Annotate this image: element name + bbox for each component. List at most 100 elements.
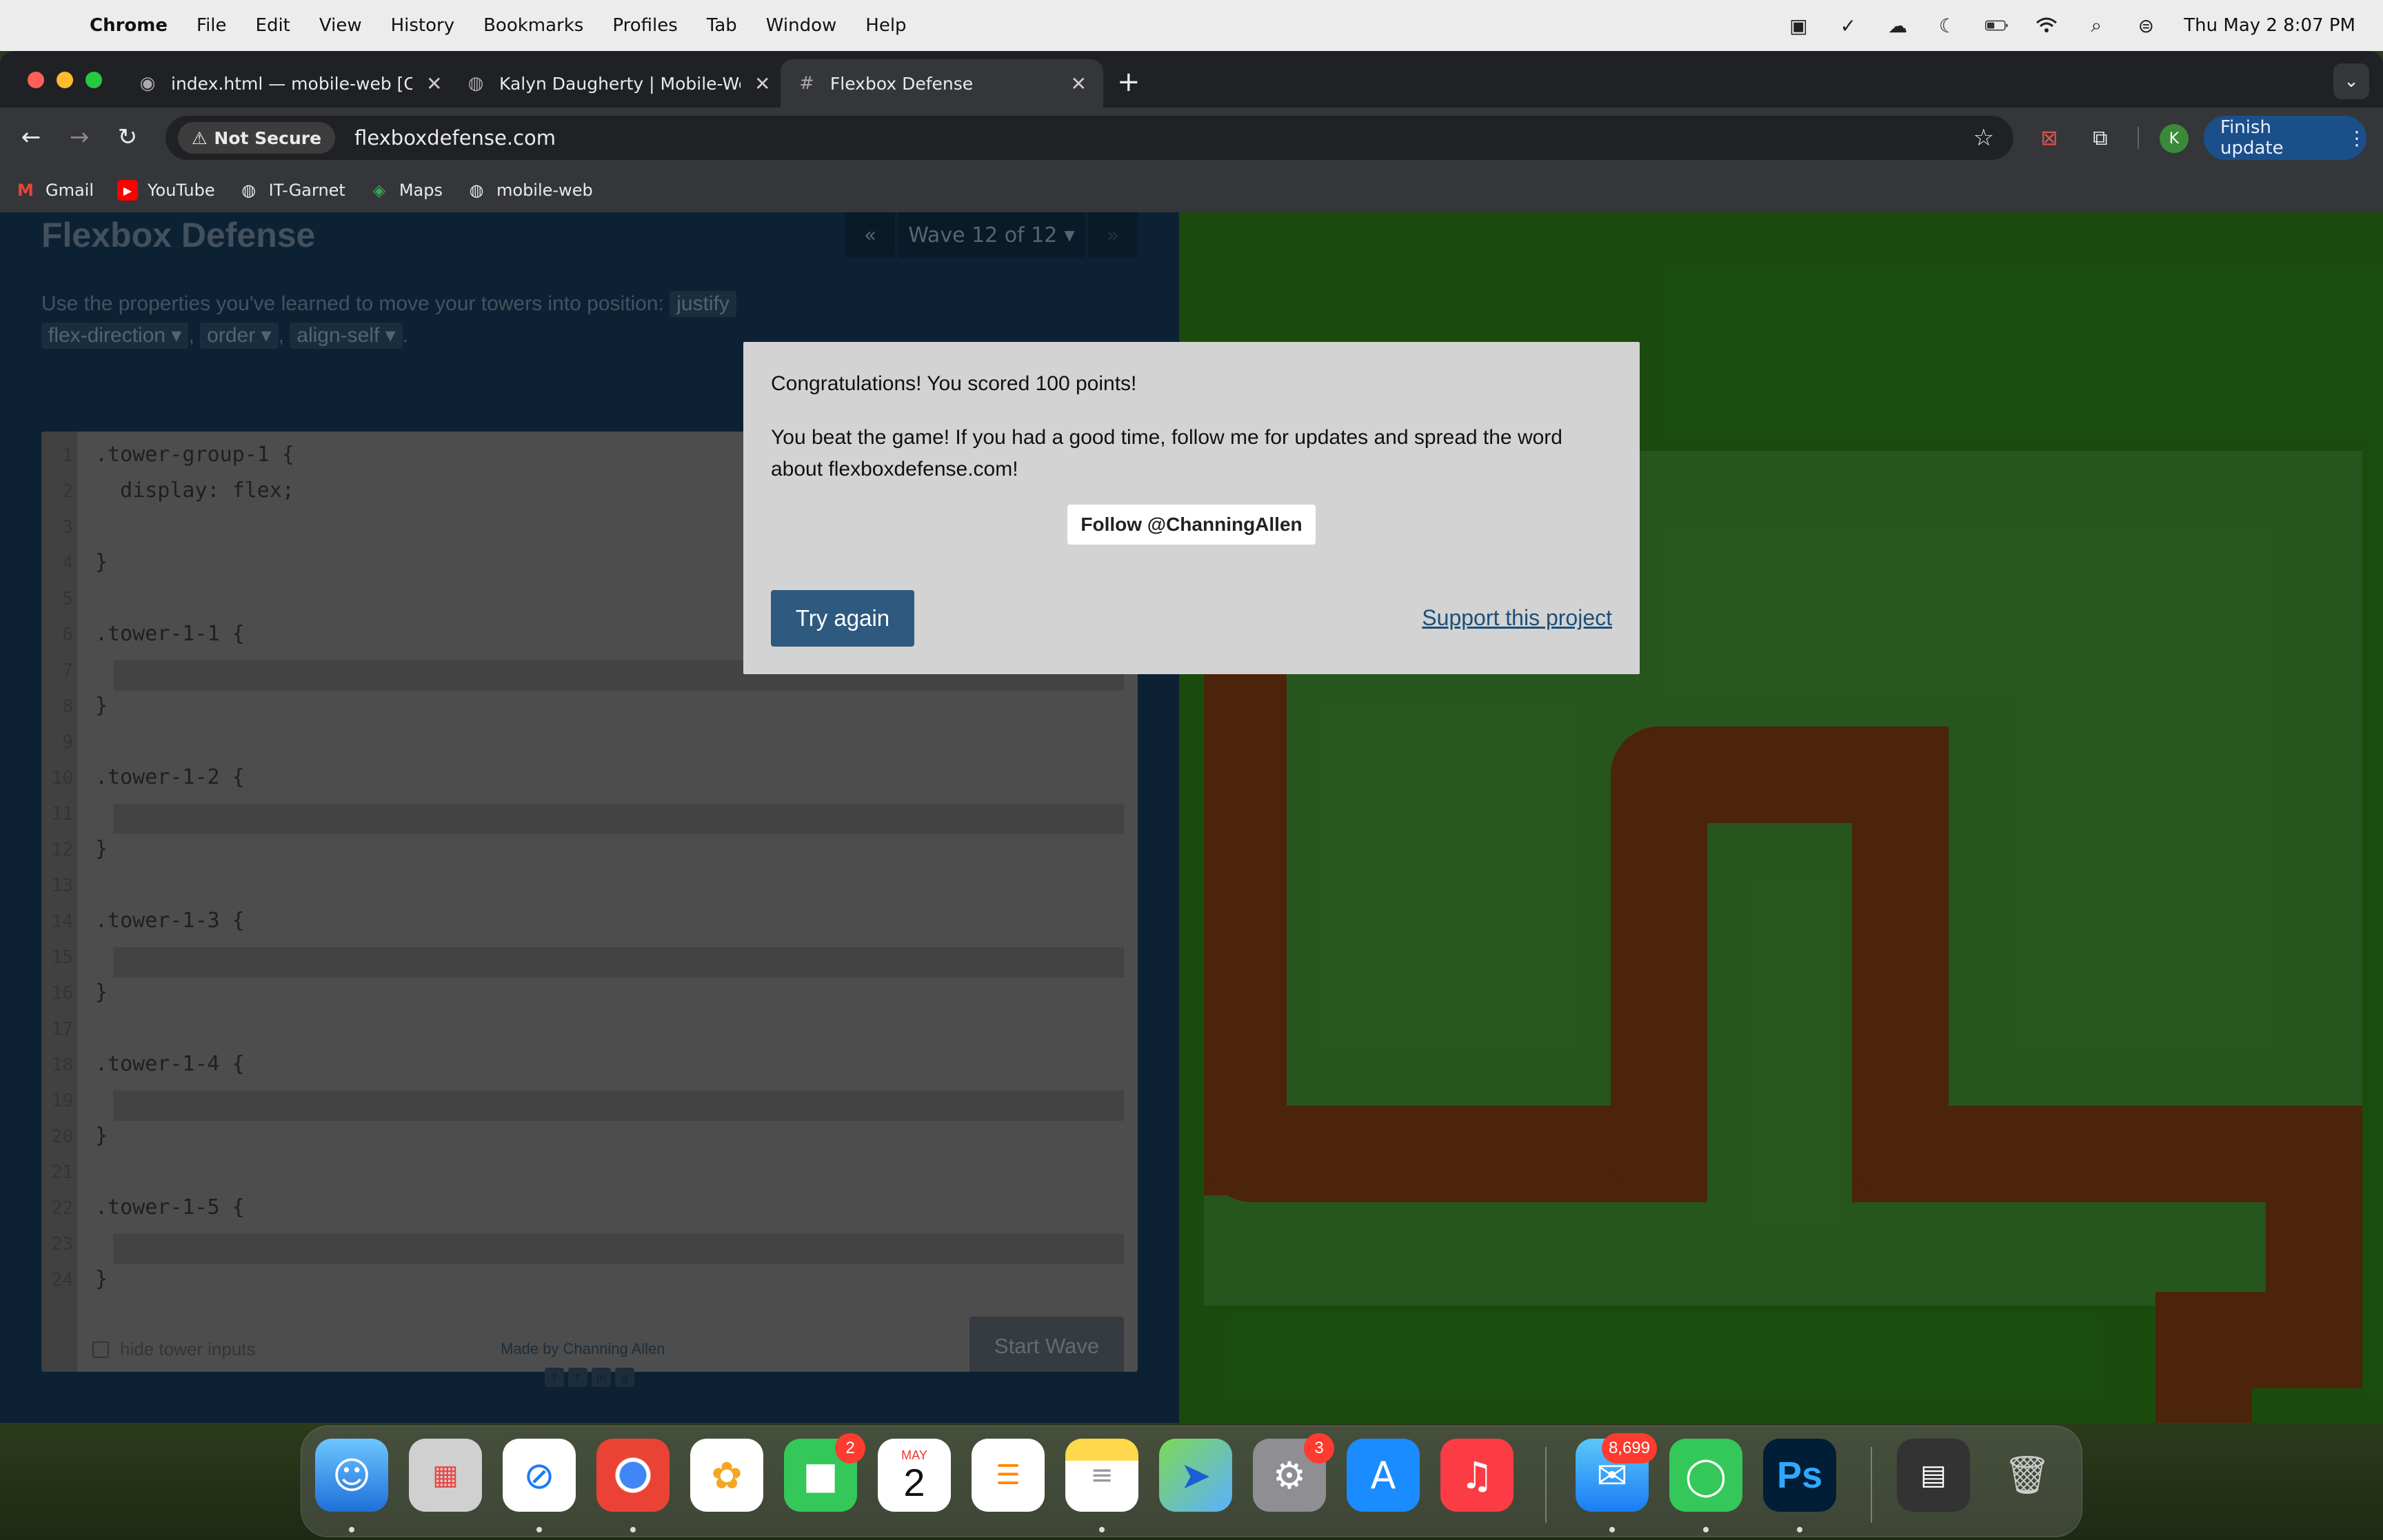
menu-profiles[interactable]: Profiles — [612, 15, 677, 36]
reminders-icon[interactable]: ☰ — [972, 1439, 1045, 1512]
menu-view[interactable]: View — [319, 15, 362, 36]
security-indicator[interactable]: ⚠ Not Secure — [178, 122, 336, 154]
zoom-window-button[interactable] — [86, 72, 102, 88]
bookmark-gmail[interactable]: M Gmail — [15, 180, 94, 201]
chrome-window: ◉ index.html — mobile-web [Co ✕ ◍ Kalyn … — [0, 51, 2383, 1423]
close-window-button[interactable] — [28, 72, 44, 88]
menu-edit[interactable]: Edit — [256, 15, 290, 36]
youtube-icon: ▶ — [117, 180, 139, 201]
maps-icon[interactable]: ➤ — [1159, 1439, 1232, 1512]
focus-moon-icon[interactable]: ☾ — [1935, 14, 1959, 37]
control-center-icon[interactable]: ⊜ — [2134, 14, 2158, 37]
menubar-clock[interactable]: Thu May 2 8:07 PM — [2184, 15, 2355, 36]
chrome-icon[interactable] — [596, 1439, 670, 1512]
reload-icon[interactable]: ↻ — [110, 120, 145, 154]
hash-favicon-icon: # — [799, 73, 814, 94]
bookmark-star-icon[interactable]: ☆ — [1973, 124, 1994, 152]
finder-icon[interactable]: ☺ — [315, 1439, 388, 1512]
tab-index-html[interactable]: ◉ index.html — mobile-web [Co ✕ — [121, 59, 459, 108]
game-over-modal: Congratulations! You scored 100 points! … — [743, 342, 1640, 674]
mail-badge: 8,699 — [1601, 1433, 1657, 1463]
close-tab-icon[interactable]: ✕ — [426, 72, 442, 95]
back-arrow-icon[interactable]: ← — [14, 120, 48, 154]
try-again-button[interactable]: Try again — [771, 590, 914, 647]
extensions-puzzle-icon[interactable]: ⧉ — [2085, 123, 2115, 153]
running-indicator — [1099, 1527, 1105, 1532]
gmail-icon: M — [17, 181, 34, 200]
finish-update-button[interactable]: Finish update ⋮ — [2204, 116, 2366, 160]
running-indicator — [349, 1527, 354, 1532]
bookmark-label: Gmail — [46, 181, 94, 200]
score-message: Congratulations! You scored 100 points! — [771, 372, 1137, 395]
toolbar-divider — [2138, 127, 2139, 149]
launchpad-icon[interactable]: ▦ — [409, 1439, 482, 1512]
bookmarks-bar: M Gmail ▶ YouTube ◍ IT-Garnet ◈ Maps ◍ m… — [0, 168, 2383, 212]
tab-title: Flexbox Defense — [829, 73, 974, 94]
notes-icon[interactable]: ≡ — [1065, 1439, 1138, 1512]
security-label: Not Secure — [214, 128, 322, 148]
profile-avatar[interactable]: K — [2160, 124, 2189, 153]
follow-twitter-button[interactable]: Follow @ChanningAllen — [1067, 505, 1316, 545]
globe-icon: ◍ — [469, 181, 484, 200]
menu-window[interactable]: Window — [766, 15, 837, 36]
menu-history[interactable]: History — [391, 15, 455, 36]
browser-toolbar: ← → ↻ ⚠ Not Secure flexboxdefense.com ☆ … — [0, 108, 2383, 168]
menu-bookmarks[interactable]: Bookmarks — [483, 15, 583, 36]
safari-icon[interactable]: ⊘ — [503, 1439, 576, 1512]
tab-flexbox-defense[interactable]: # Flexbox Defense ✕ — [781, 59, 1103, 108]
creative-cloud-icon[interactable]: ☁ — [1886, 14, 1909, 37]
tab-kalyn-daugherty[interactable]: ◍ Kalyn Daugherty | Mobile-We ✕ — [450, 59, 787, 108]
tab-title: Kalyn Daugherty | Mobile-We — [499, 73, 741, 94]
bookmark-it-garnet[interactable]: ◍ IT-Garnet — [239, 180, 345, 201]
system-settings-icon[interactable]: ⚙ 3 — [1253, 1433, 1334, 1512]
facetime-icon[interactable]: ■ 2 — [784, 1433, 865, 1512]
spotlight-search-icon[interactable]: ⌕ — [2084, 14, 2108, 37]
photoshop-icon[interactable]: Ps — [1763, 1439, 1836, 1512]
url-text[interactable]: flexboxdefense.com — [354, 126, 556, 150]
github-icon: ◉ — [139, 73, 156, 94]
running-indicator — [536, 1527, 542, 1532]
tab-strip: ◉ index.html — mobile-web [Co ✕ ◍ Kalyn … — [0, 51, 2383, 108]
page-content: Flexbox Defense « Wave 12 of 12 ▼ » Use … — [0, 212, 2383, 1423]
tab-search-chevron-icon[interactable]: ⌄ — [2333, 63, 2369, 99]
close-tab-icon[interactable]: ✕ — [754, 72, 770, 95]
running-indicator — [1609, 1527, 1615, 1532]
battery-icon[interactable] — [1985, 15, 2009, 36]
music-icon[interactable]: ♫ — [1440, 1439, 1514, 1512]
menu-app-name[interactable]: Chrome — [90, 15, 168, 36]
forward-arrow-icon[interactable]: → — [62, 120, 97, 154]
menu-help[interactable]: Help — [865, 15, 906, 36]
downloads-stack-icon[interactable]: ▤ — [1897, 1439, 1970, 1512]
bookmark-mobile-web[interactable]: ◍ mobile-web — [466, 180, 593, 201]
mail-icon[interactable]: ✉ 8,699 — [1576, 1433, 1657, 1512]
close-tab-icon[interactable]: ✕ — [1071, 72, 1087, 95]
facetime-badge: 2 — [835, 1433, 865, 1463]
notchmeister-icon[interactable]: ▣ — [1787, 14, 1810, 37]
win-message: You beat the game! If you had a good tim… — [771, 426, 1562, 480]
support-project-link[interactable]: Support this project — [1422, 605, 1612, 631]
messages-icon[interactable]: ◯ — [1669, 1439, 1742, 1512]
bookmark-maps[interactable]: ◈ Maps — [369, 180, 443, 201]
photos-icon[interactable]: ✿ — [690, 1439, 763, 1512]
calendar-icon[interactable]: MAY 2 — [878, 1439, 951, 1512]
extension-pdf-icon[interactable]: ⊠ — [2034, 123, 2064, 153]
bookmark-youtube[interactable]: ▶ YouTube — [117, 180, 215, 201]
running-indicator — [630, 1527, 636, 1532]
checkmark-circle-icon[interactable]: ✓ — [1836, 14, 1860, 37]
address-bar[interactable]: ⚠ Not Secure flexboxdefense.com ☆ — [165, 116, 2013, 160]
macos-menu-bar: Chrome File Edit View History Bookmarks … — [0, 0, 2383, 51]
menu-tab[interactable]: Tab — [707, 15, 737, 36]
finish-update-label: Finish update — [2220, 117, 2284, 159]
macos-dock: ☺ ▦ ⊘ ✿ ■ 2 MAY 2 ☰ ≡ ➤ ⚙ 3 A ♫ ✉ 8,699 ◯ P… — [301, 1426, 2082, 1537]
bookmark-label: IT-Garnet — [268, 181, 345, 200]
globe-icon: ◍ — [241, 181, 257, 200]
trash-icon[interactable]: 🗑 — [1991, 1439, 2064, 1512]
minimize-window-button[interactable] — [57, 72, 73, 88]
wifi-icon[interactable] — [2035, 15, 2058, 36]
bookmark-label: YouTube — [148, 181, 215, 200]
menu-file[interactable]: File — [197, 15, 227, 36]
kebab-menu-icon: ⋮ — [2347, 126, 2366, 150]
dock-divider — [1871, 1447, 1872, 1523]
new-tab-button[interactable]: + — [1117, 66, 1140, 98]
app-store-icon[interactable]: A — [1347, 1439, 1420, 1512]
